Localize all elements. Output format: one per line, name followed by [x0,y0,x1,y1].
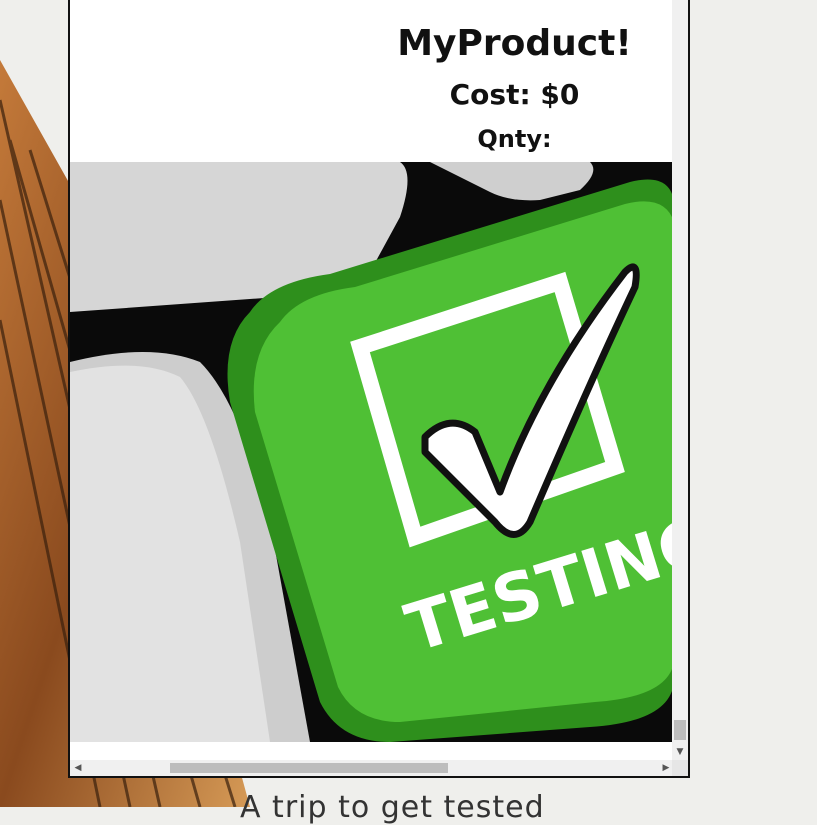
scroll-down-arrow-icon[interactable]: ▼ [672,744,688,760]
product-cost: Cost: $0 [449,78,580,111]
product-content: MyProduct! Cost: $0 Qnty: TESTING [70,0,674,762]
product-quantity: Qnty: [477,125,552,153]
product-panel: MyProduct! Cost: $0 Qnty: TESTING ▼ ◀ ▶ [68,0,690,778]
vertical-scrollbar[interactable]: ▼ [672,0,688,762]
horizontal-scroll-thumb[interactable] [170,763,448,773]
vertical-scroll-thumb[interactable] [674,720,686,740]
caption-text: A trip to get tested [240,790,545,825]
product-title: MyProduct! [397,23,632,64]
product-image: TESTING [70,162,674,742]
scrollbar-corner [672,760,688,776]
horizontal-scrollbar[interactable]: ◀ ▶ [70,760,674,776]
scroll-left-arrow-icon[interactable]: ◀ [70,760,86,776]
testing-key-image: TESTING [70,162,674,742]
